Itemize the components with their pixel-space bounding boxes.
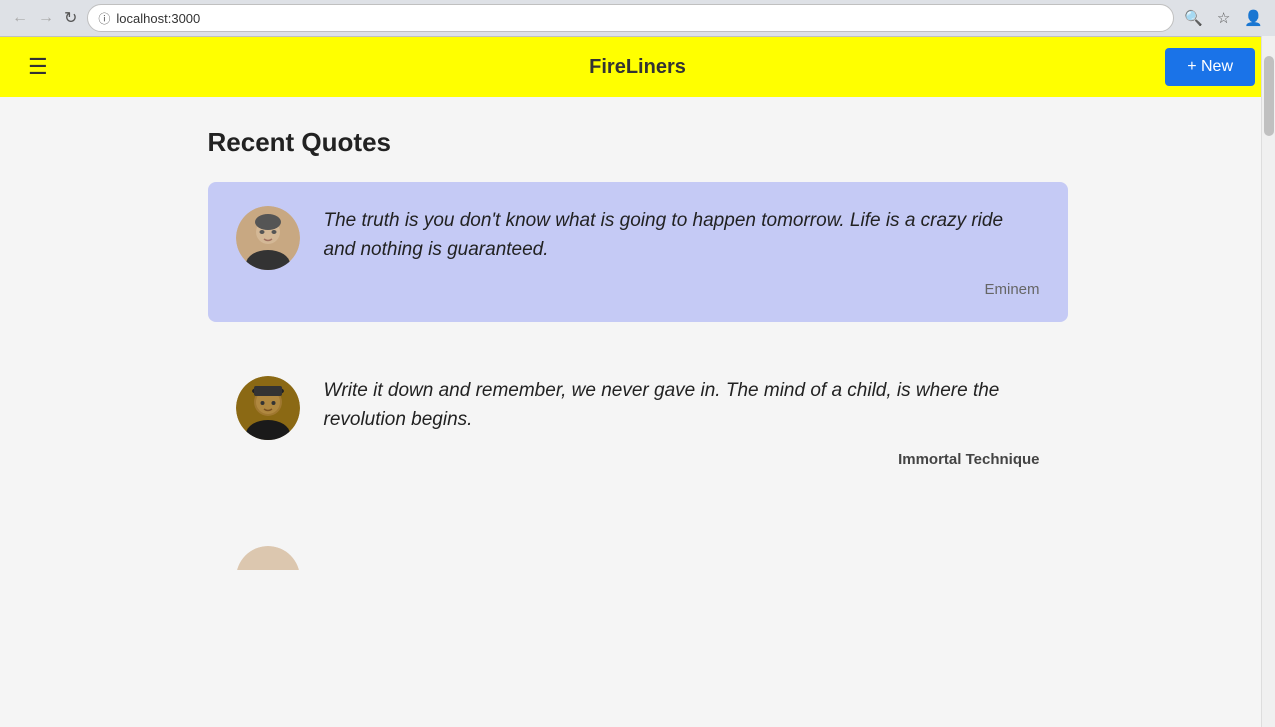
browser-chrome: ← → ↻ ⓘ localhost:3000 🔍 ☆ 👤	[0, 0, 1275, 37]
scrollbar-track[interactable]	[1261, 36, 1275, 727]
bookmark-button[interactable]: ☆	[1213, 7, 1234, 29]
browser-toolbar: ← → ↻ ⓘ localhost:3000 🔍 ☆ 👤	[0, 0, 1275, 36]
url-text: localhost:3000	[116, 11, 200, 26]
quote-body-1: The truth is you don't know what is goin…	[324, 206, 1040, 298]
security-icon: ⓘ	[98, 10, 110, 27]
quote-author-1: Eminem	[324, 281, 1040, 298]
quote-card-1: The truth is you don't know what is goin…	[208, 182, 1068, 322]
quote-body-2: Write it down and remember, we never gav…	[324, 376, 1040, 468]
reload-button[interactable]: ↻	[60, 6, 81, 30]
quote-author-2: Immortal Technique	[324, 451, 1040, 468]
main-content: Recent Quotes The truth is you don't kno…	[188, 97, 1088, 630]
nav-buttons: ← → ↻	[8, 6, 81, 30]
hamburger-button[interactable]: ☰	[20, 50, 56, 84]
new-button[interactable]: + New	[1165, 48, 1255, 86]
address-bar[interactable]: ⓘ localhost:3000	[87, 4, 1174, 32]
app-title: FireLiners	[589, 56, 686, 79]
forward-button[interactable]: →	[34, 7, 58, 29]
avatar-immortal-technique	[236, 376, 300, 440]
page-title: Recent Quotes	[208, 127, 1068, 158]
app-navbar: ☰ FireLiners + New	[0, 37, 1275, 97]
back-button[interactable]: ←	[8, 7, 32, 29]
quote-text-1: The truth is you don't know what is goin…	[324, 206, 1040, 265]
quote-card-3	[208, 522, 1068, 570]
profile-button[interactable]: 👤	[1240, 7, 1267, 29]
quote-text-2: Write it down and remember, we never gav…	[324, 376, 1040, 435]
avatar-third	[236, 546, 300, 570]
toolbar-actions: 🔍 ☆ 👤	[1180, 7, 1267, 29]
zoom-button[interactable]: 🔍	[1180, 7, 1207, 29]
hamburger-icon: ☰	[28, 54, 48, 79]
avatar-eminem	[236, 206, 300, 270]
scrollbar-thumb[interactable]	[1264, 56, 1274, 136]
quote-card-2: Write it down and remember, we never gav…	[208, 352, 1068, 492]
